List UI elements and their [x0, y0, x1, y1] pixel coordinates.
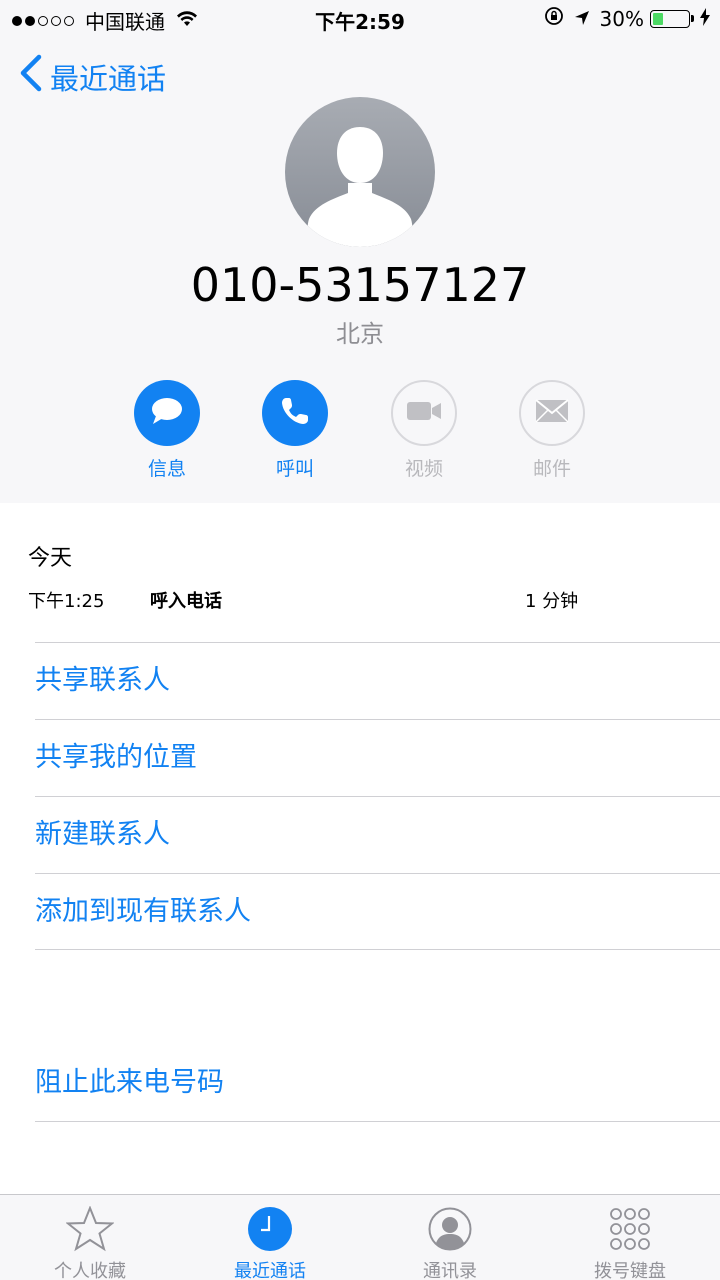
tab-favorites[interactable]: 个人收藏 — [25, 1195, 155, 1280]
call-duration: 1 分钟 — [525, 591, 579, 612]
call-button[interactable]: 呼叫 — [245, 380, 345, 481]
tab-recents[interactable]: 最近通话 — [205, 1195, 335, 1280]
share-contact-option[interactable]: 共享联系人 — [35, 642, 720, 719]
chevron-left-icon — [18, 54, 50, 99]
block-caller-option[interactable]: 阻止此来电号码 — [35, 1045, 720, 1122]
mail-label: 邮件 — [532, 458, 571, 480]
mail-button[interactable]: 邮件 — [502, 380, 602, 481]
battery-level — [653, 12, 664, 25]
contacts-icon — [426, 1205, 474, 1253]
battery-percent: 30% — [599, 6, 644, 31]
video-icon — [406, 400, 442, 426]
call-label: 呼叫 — [275, 458, 314, 480]
tab-keypad-label: 拨号键盘 — [594, 1261, 666, 1280]
tab-contacts[interactable]: 通讯录 — [385, 1195, 515, 1280]
video-button[interactable]: 视频 — [374, 380, 474, 481]
tab-favorites-label: 个人收藏 — [54, 1261, 126, 1280]
add-to-existing-contact-option[interactable]: 添加到现有联系人 — [35, 873, 720, 950]
keypad-icon — [606, 1205, 654, 1253]
message-button[interactable]: 信息 — [117, 380, 217, 481]
contact-phone-number: 010-53157127 — [190, 258, 530, 312]
contact-header: 中国联通 下午2:59 30% 最近通话 010-53157127 北京 信息 … — [0, 0, 720, 503]
charging-icon — [700, 7, 710, 31]
video-label: 视频 — [404, 458, 443, 480]
contact-avatar — [285, 97, 435, 247]
call-log-date: 今天 — [28, 546, 73, 571]
new-contact-option[interactable]: 新建联系人 — [35, 796, 720, 873]
contact-detail-screen: 中国联通 下午2:59 30% 最近通话 010-53157127 北京 信息 … — [0, 0, 720, 1280]
star-icon — [66, 1205, 114, 1253]
tab-bar: 个人收藏 最近通话 通讯录 拨号键盘 — [0, 1194, 720, 1280]
tab-recents-label: 最近通话 — [234, 1261, 306, 1280]
tab-contacts-label: 通讯录 — [423, 1261, 477, 1280]
message-icon — [150, 396, 184, 430]
person-silhouette-icon — [307, 127, 413, 247]
mail-icon — [535, 399, 569, 427]
contact-location: 北京 — [336, 320, 384, 348]
clock-icon — [246, 1205, 294, 1253]
call-type: 呼入电话 — [150, 591, 222, 612]
phone-icon — [279, 395, 311, 431]
back-label: 最近通话 — [50, 61, 167, 96]
message-label: 信息 — [147, 458, 186, 480]
status-bar: 中国联通 下午2:59 30% — [0, 0, 720, 38]
back-button[interactable]: 最近通话 — [18, 54, 166, 99]
status-right: 30% — [544, 6, 710, 31]
location-arrow-icon — [574, 7, 590, 31]
share-location-option[interactable]: 共享我的位置 — [35, 719, 720, 796]
battery-icon — [650, 9, 694, 28]
action-buttons: 信息 呼叫 视频 邮件 — [0, 380, 720, 490]
call-time: 下午1:25 — [28, 591, 105, 612]
tab-keypad[interactable]: 拨号键盘 — [565, 1195, 695, 1280]
orientation-lock-icon — [544, 6, 564, 31]
